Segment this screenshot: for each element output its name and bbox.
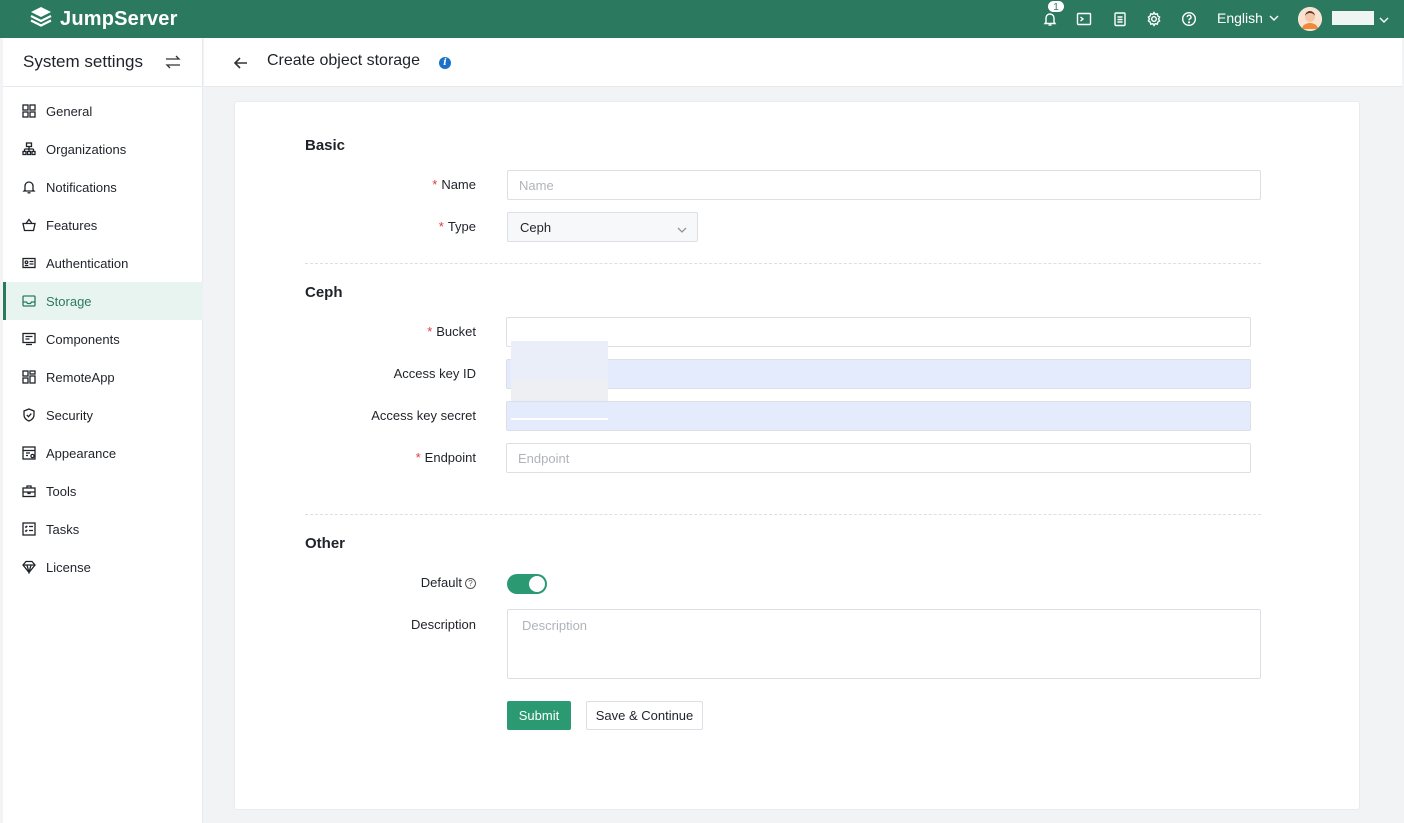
chevron-down-icon	[677, 223, 687, 233]
inbox-icon	[22, 294, 36, 308]
toggle-knob	[529, 576, 545, 592]
sidebar-item-label: Components	[46, 331, 120, 347]
sidebar-item-appearance[interactable]: Appearance	[3, 434, 203, 472]
grid-icon	[22, 104, 36, 118]
shield-icon	[22, 408, 36, 422]
sidebar-item-label: Authentication	[46, 255, 129, 271]
sidebar-header: System settings	[3, 38, 202, 87]
sidebar-item-label: RemoteApp	[46, 369, 115, 385]
terminal-icon[interactable]	[1075, 10, 1093, 28]
sidebar-item-features[interactable]: Features	[3, 206, 203, 244]
submit-button[interactable]: Submit	[507, 701, 571, 730]
sidebar-item-notifications[interactable]: Notifications	[3, 168, 203, 206]
section-title-ceph: Ceph	[305, 284, 343, 301]
page-header: Create object storage i	[204, 38, 1402, 87]
sidebar-item-label: License	[46, 559, 91, 575]
type-select[interactable]: Ceph	[507, 212, 698, 242]
bell-icon	[22, 180, 36, 194]
help-icon[interactable]	[1180, 10, 1198, 28]
palette-icon	[22, 446, 36, 460]
apps-icon	[22, 370, 36, 384]
language-selector[interactable]: English	[1217, 10, 1279, 26]
chevron-down-icon	[1263, 10, 1279, 26]
sidebar-item-authentication[interactable]: Authentication	[3, 244, 203, 282]
access-key-id-input[interactable]	[506, 359, 1251, 389]
type-select-value: Ceph	[520, 219, 552, 235]
description-textarea[interactable]	[507, 609, 1261, 679]
sidebar-nav: General Organizations Notifications Feat…	[3, 92, 203, 586]
sidebar-title: System settings	[23, 52, 143, 71]
diamond-icon	[22, 560, 36, 574]
sidebar-item-license[interactable]: License	[3, 548, 203, 586]
access-key-id-label: Access key ID	[393, 366, 476, 381]
username-redacted[interactable]	[1332, 11, 1374, 25]
autofill-suggestion-item[interactable]	[511, 380, 608, 400]
sidebar-item-tasks[interactable]: Tasks	[3, 510, 203, 548]
sidebar-item-label: Tools	[46, 483, 77, 499]
top-bar: JumpServer 1 English	[0, 0, 1404, 38]
bucket-label: * Bucket	[427, 324, 476, 339]
sidebar-item-storage[interactable]: Storage	[3, 282, 203, 320]
page-title: Create object storage	[267, 52, 420, 69]
sidebar: System settings General Organizations No…	[3, 38, 203, 823]
name-label: * Name	[432, 177, 476, 192]
save-continue-button[interactable]: Save & Continue	[586, 701, 703, 730]
bucket-input[interactable]	[506, 317, 1251, 347]
tasks-icon	[22, 522, 36, 536]
jumpserver-logo-icon	[28, 5, 54, 34]
back-arrow-icon[interactable]	[233, 55, 249, 71]
sidebar-item-label: Tasks	[46, 521, 80, 537]
logo-text: JumpServer	[60, 7, 178, 30]
info-icon[interactable]: i	[439, 57, 451, 69]
logo[interactable]: JumpServer	[28, 6, 178, 32]
swap-icon[interactable]	[164, 54, 182, 70]
user-menu-chevron-icon[interactable]	[1379, 13, 1389, 23]
access-key-secret-label: Access key secret	[371, 408, 476, 423]
section-divider	[305, 263, 1261, 264]
sidebar-item-label: General	[46, 103, 93, 119]
name-input[interactable]	[507, 170, 1261, 200]
masked-secret-line	[511, 418, 608, 420]
sidebar-item-label: Appearance	[46, 445, 117, 461]
monitor-icon	[22, 332, 36, 346]
sidebar-item-organizations[interactable]: Organizations	[3, 130, 203, 168]
sidebar-item-tools[interactable]: Tools	[3, 472, 203, 510]
avatar[interactable]	[1298, 7, 1322, 31]
id-card-icon	[22, 256, 36, 270]
toolbox-icon	[22, 484, 36, 498]
sidebar-item-remoteapp[interactable]: RemoteApp	[3, 358, 203, 396]
sidebar-item-security[interactable]: Security	[3, 396, 203, 434]
clipboard-icon[interactable]	[1111, 10, 1129, 28]
notification-badge: 1	[1047, 0, 1065, 13]
type-label: * Type	[438, 219, 476, 234]
section-divider	[305, 514, 1261, 515]
endpoint-input[interactable]	[506, 443, 1251, 473]
section-title-basic: Basic	[305, 137, 346, 154]
section-title-other: Other	[305, 535, 346, 552]
basket-icon	[22, 218, 36, 232]
language-label: English	[1217, 10, 1263, 26]
description-label: Description	[410, 617, 476, 632]
default-toggle[interactable]	[507, 574, 547, 594]
gear-icon[interactable]	[1145, 10, 1163, 28]
sidebar-item-label: Storage	[46, 293, 92, 309]
org-icon	[22, 142, 36, 156]
sidebar-item-label: Features	[46, 217, 98, 233]
default-label: Default?	[305, 575, 476, 590]
question-icon[interactable]: ?	[465, 578, 476, 589]
sidebar-item-label: Notifications	[46, 179, 117, 195]
access-key-secret-input[interactable]	[506, 401, 1251, 431]
endpoint-label: * Endpoint	[415, 450, 476, 465]
form-card: Basic *Name *Type Ceph Ceph *Bucket Acce…	[234, 101, 1360, 810]
sidebar-item-general[interactable]: General	[3, 92, 203, 130]
sidebar-item-components[interactable]: Components	[3, 320, 203, 358]
sidebar-item-label: Organizations	[46, 141, 127, 157]
sidebar-item-label: Security	[46, 407, 93, 423]
